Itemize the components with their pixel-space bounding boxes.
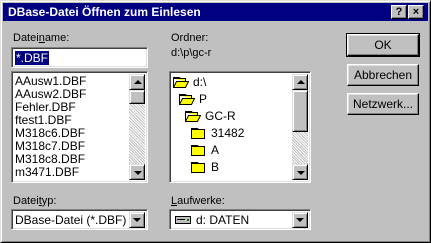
- folder-label: Ordner:: [171, 32, 209, 44]
- scroll-down-button[interactable]: [129, 164, 145, 180]
- scroll-down-button[interactable]: [292, 164, 308, 180]
- file-list-item[interactable]: M318c6.DBF: [15, 126, 85, 140]
- folder-list[interactable]: d:\ P GC-R 31482 A B: [169, 71, 311, 183]
- ok-button[interactable]: OK: [346, 33, 420, 57]
- filetype-select[interactable]: DBase-Datei (*.DBF): [11, 209, 148, 230]
- arrow-down-icon: [297, 171, 305, 175]
- drives-dropdown-button[interactable]: [292, 212, 308, 228]
- scroll-up-button[interactable]: [129, 74, 145, 90]
- title-bar[interactable]: DBase-Datei Öffnen zum Einlesen ? ×: [3, 3, 428, 21]
- arrow-down-icon: [134, 171, 142, 175]
- file-list-item[interactable]: AAusw1.DBF: [15, 74, 86, 88]
- file-list-item[interactable]: ftest1.DBF: [15, 113, 72, 127]
- filetype-dropdown-button[interactable]: [129, 212, 145, 228]
- filename-input[interactable]: *.DBF: [11, 47, 148, 68]
- file-list-item[interactable]: Fehler.DBF: [15, 100, 76, 114]
- drives-value: d: DATEN: [196, 213, 250, 227]
- folder-path: d:\p\gc-r: [171, 47, 212, 59]
- file-list-item[interactable]: m3471.DBF: [15, 165, 79, 179]
- dialog-window: DBase-Datei Öffnen zum Einlesen ? × Date…: [0, 0, 431, 243]
- folder-icon: [191, 162, 205, 173]
- folder-list-item[interactable]: B: [211, 160, 219, 174]
- file-list[interactable]: AAusw1.DBF AAusw2.DBF Fehler.DBF ftest1.DBF…: [11, 71, 148, 183]
- filetype-label: Dateityp:: [13, 195, 57, 207]
- cancel-button[interactable]: Abbrechen: [347, 64, 419, 86]
- folder-list-item[interactable]: A: [211, 143, 219, 157]
- folder-list-item[interactable]: P: [199, 92, 207, 106]
- scroll-thumb[interactable]: [292, 90, 308, 132]
- open-folder-icon: [185, 111, 201, 122]
- scroll-up-button[interactable]: [292, 74, 308, 90]
- scroll-thumb[interactable]: [129, 90, 145, 104]
- file-list-item[interactable]: M318c7.DBF: [15, 139, 85, 153]
- network-button[interactable]: Netzwerk...: [347, 93, 419, 115]
- drive-icon: [175, 216, 191, 224]
- file-list-item[interactable]: AAusw2.DBF: [15, 87, 86, 101]
- filename-value: *.DBF: [15, 51, 50, 65]
- file-list-scrollbar[interactable]: [129, 74, 145, 180]
- filename-label: Dateiname:: [13, 32, 70, 44]
- help-button[interactable]: ?: [391, 5, 407, 19]
- drives-label: Laufwerke:: [171, 195, 225, 207]
- folder-icon: [191, 145, 205, 156]
- arrow-up-icon: [297, 80, 305, 84]
- file-list-item[interactable]: M318c8.DBF: [15, 152, 85, 166]
- window-title: DBase-Datei Öffnen zum Einlesen: [8, 5, 201, 19]
- chevron-down-icon: [296, 218, 304, 222]
- folder-list-item[interactable]: 31482: [211, 126, 244, 140]
- folder-list-scrollbar[interactable]: [292, 74, 308, 180]
- filetype-value: DBase-Datei (*.DBF): [15, 213, 127, 227]
- folder-list-item[interactable]: GC-R: [205, 109, 236, 123]
- open-folder-icon: [179, 94, 195, 105]
- chevron-down-icon: [133, 218, 141, 222]
- arrow-up-icon: [134, 80, 142, 84]
- close-button[interactable]: ×: [408, 5, 424, 19]
- drives-select[interactable]: d: DATEN: [169, 209, 311, 230]
- folder-icon: [191, 128, 205, 139]
- folder-list-item[interactable]: d:\: [193, 75, 206, 89]
- open-folder-icon: [173, 77, 189, 88]
